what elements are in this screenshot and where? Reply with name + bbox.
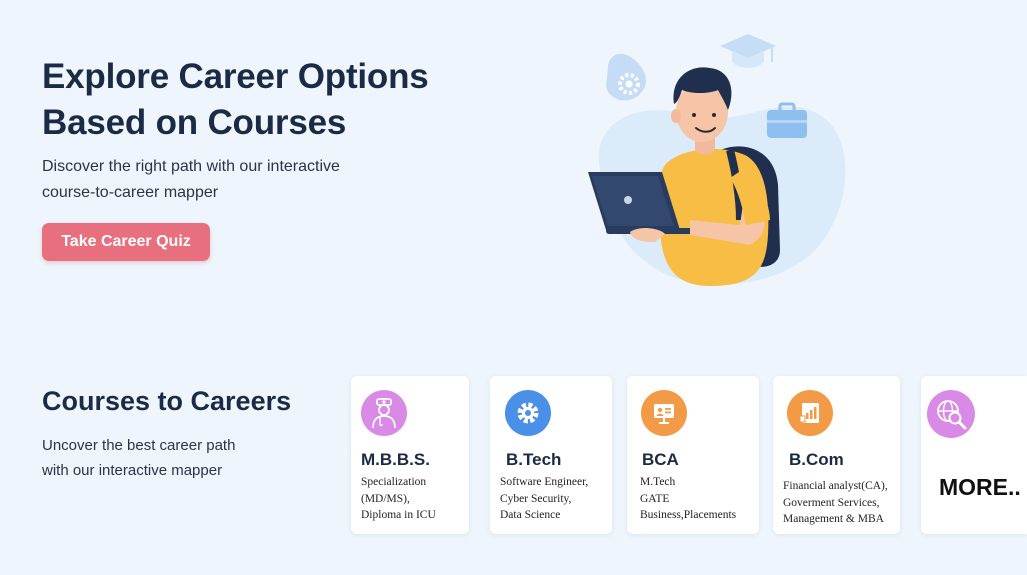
career-line: M.Tech xyxy=(640,476,676,488)
career-line: (MD/MS), xyxy=(361,492,410,505)
course-careers-mbbs: Specialization (MD/MS), Diploma in ICU xyxy=(361,474,463,524)
career-line: Management & MBA xyxy=(783,513,884,525)
courses-section-subtitle: Uncover the best career path with our in… xyxy=(42,433,272,483)
career-line: Software Engineer, xyxy=(500,476,589,488)
career-line: Data Science xyxy=(500,509,561,521)
course-title-btech: B.Tech xyxy=(506,450,562,469)
hero-title-line2: Based on Courses xyxy=(42,103,347,142)
course-careers-bca: M.Tech GATE Business,Placements xyxy=(640,474,753,524)
hero-subtitle-line1: Discover the right path with our interac… xyxy=(42,158,340,175)
graduation-cap-icon xyxy=(720,34,776,68)
globe-search-icon xyxy=(927,390,975,438)
student-laptop-illustration xyxy=(588,34,846,286)
take-career-quiz-button[interactable]: Take Career Quiz xyxy=(42,223,210,261)
course-title-bca: BCA xyxy=(642,450,679,469)
courses-subtitle-line1: Uncover the best career path xyxy=(42,437,236,454)
course-careers-btech: Software Engineer, Cyber Security, Data … xyxy=(500,474,606,524)
career-line: Goverment Services, xyxy=(783,496,880,509)
hero-subtitle: Discover the right path with our interac… xyxy=(42,154,402,206)
gear-badge-icon xyxy=(606,53,646,101)
more-courses-label: MORE.. xyxy=(939,474,1021,500)
hero-title: Explore Career Options Based on Courses xyxy=(42,54,429,146)
course-careers-bcom: Financial analyst(CA), Goverment Service… xyxy=(783,478,894,528)
career-line: Diploma in ICU xyxy=(361,509,436,521)
course-card-mbbs[interactable]: M.B.B.S. Specialization (MD/MS), Diploma… xyxy=(351,376,469,534)
course-card-btech[interactable]: B.Tech Software Engineer, Cyber Security… xyxy=(490,376,612,534)
course-card-more[interactable]: MORE.. xyxy=(921,376,1027,534)
course-title-mbbs: M.B.B.S. xyxy=(361,450,430,469)
chart-report-icon xyxy=(787,390,833,436)
courses-subtitle-line2: with our interactive mapper xyxy=(42,462,223,479)
career-line: Financial analyst(CA), xyxy=(783,480,888,492)
career-line: Specialization xyxy=(361,476,427,488)
career-line: Cyber Security, xyxy=(500,492,572,505)
presentation-icon xyxy=(641,390,687,436)
hero-subtitle-line2: course-to-career mapper xyxy=(42,184,219,201)
course-card-bcom[interactable]: B.Com Financial analyst(CA), Goverment S… xyxy=(773,376,900,534)
course-card-bca[interactable]: BCA M.Tech GATE Business,Placements xyxy=(627,376,759,534)
career-line: Business,Placements xyxy=(640,509,737,521)
course-title-bcom: B.Com xyxy=(789,450,844,469)
career-line: GATE xyxy=(640,492,670,505)
doctor-icon xyxy=(361,390,407,436)
hero-title-line1: Explore Career Options xyxy=(42,57,429,96)
gear-icon xyxy=(505,390,551,436)
courses-section-title: Courses to Careers xyxy=(42,386,292,416)
